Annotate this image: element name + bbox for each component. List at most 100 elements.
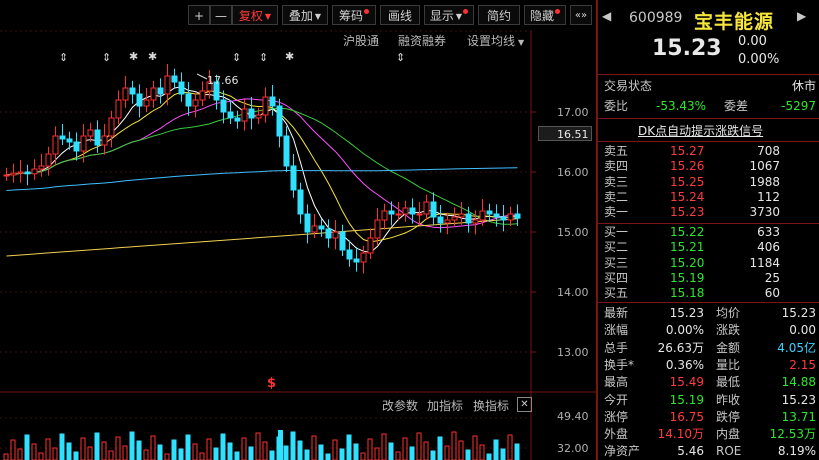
- dk-signal-link[interactable]: DK点自动提示涨跌信号: [638, 122, 763, 139]
- volume-bar: [66, 442, 72, 460]
- ask-row[interactable]: 卖一 15.23 3730: [604, 205, 816, 220]
- stat-value: 15.23: [669, 306, 704, 320]
- stat-value: 14.10万: [657, 427, 704, 442]
- y-tick-label: 17.00: [557, 106, 589, 119]
- ask-row[interactable]: 卖五 15.27 708: [604, 144, 816, 159]
- stat-label: 均价: [716, 306, 741, 320]
- zoom-out-button[interactable]: —: [210, 5, 232, 25]
- stat-row: 涨停 16.75 跌停 13.71: [604, 409, 816, 426]
- yincang-button[interactable]: 隐藏: [524, 5, 566, 25]
- huaxian-button[interactable]: 画线: [380, 5, 420, 25]
- volume-bar: [227, 442, 233, 460]
- volume-bar: [360, 452, 366, 460]
- stat-label: 量比: [716, 357, 741, 372]
- event-marker-icon[interactable]: ⇕: [396, 51, 405, 64]
- candle-body: [374, 219, 381, 239]
- ask-row[interactable]: 卖二 15.24 112: [604, 190, 816, 205]
- set-ma-link[interactable]: 设置均线 ▼: [467, 32, 524, 49]
- volume-bar: [87, 446, 93, 460]
- star-marker-icon[interactable]: ✱: [129, 50, 138, 63]
- forward-arrow-icon[interactable]: ▶: [797, 9, 806, 23]
- chouma-button[interactable]: 筹码: [332, 5, 376, 25]
- stat-label: 最高: [604, 375, 629, 390]
- candle-body: [150, 87, 157, 101]
- jianyue-button[interactable]: 简约: [478, 5, 520, 25]
- candle-body: [31, 168, 38, 175]
- bid-volume: 406: [757, 240, 780, 255]
- candle-body: [437, 216, 444, 224]
- candle-body: [220, 99, 227, 113]
- bid-row[interactable]: 买二 15.21 406: [604, 240, 816, 255]
- bid-price: 15.18: [670, 286, 705, 301]
- quote-panel: ◀ 600989 宝丰能源 ▶ 15.23 0.00 0.00% 交易状态 休市…: [596, 0, 819, 460]
- stat-label: 换手*: [604, 357, 635, 372]
- event-marker-icon[interactable]: ⇕: [232, 51, 241, 64]
- bid-row[interactable]: 买一 15.22 633: [604, 225, 816, 240]
- ask-volume: 112: [757, 189, 780, 204]
- ask-price: 15.27: [670, 144, 705, 158]
- fuquan-dropdown[interactable]: 复权 ▼: [232, 5, 278, 25]
- rongzi-link[interactable]: 融资融券: [398, 32, 446, 49]
- stat-value: 15.23: [781, 392, 816, 407]
- volume-bar: [332, 439, 338, 460]
- star-marker-icon[interactable]: ✱: [285, 50, 294, 63]
- event-marker-icon[interactable]: ⇕: [259, 51, 268, 64]
- ask-row[interactable]: 卖四 15.26 1067: [604, 159, 816, 174]
- event-marker-icon[interactable]: ⇕: [102, 51, 111, 64]
- bid-level-label: 买四: [604, 270, 629, 285]
- signal-icon[interactable]: $: [267, 376, 276, 391]
- volume-bar: [192, 443, 198, 460]
- star-marker-icon[interactable]: ✱: [148, 50, 157, 63]
- candle-body: [283, 135, 290, 167]
- hugutong-link[interactable]: 沪股通: [343, 32, 379, 49]
- volume-bar: [493, 439, 499, 460]
- ask-price: 15.25: [670, 174, 705, 189]
- volume-bar: [234, 451, 240, 460]
- volume-bar: [388, 442, 394, 460]
- close-icon[interactable]: ✕: [517, 397, 532, 412]
- diejia-dropdown[interactable]: 叠加 ▼: [282, 5, 328, 25]
- volume-bar: [500, 448, 506, 460]
- xianshi-dropdown[interactable]: 显示 ▼: [424, 5, 474, 25]
- jia-zhibiao-button[interactable]: 加指标: [427, 397, 463, 414]
- bid-price: 15.20: [670, 255, 705, 270]
- stat-row: 外盘 14.10万 内盘 12.53万: [604, 426, 816, 443]
- volume-bar: [31, 443, 37, 460]
- candle-body: [24, 171, 31, 175]
- volume-bar: [157, 444, 163, 460]
- stat-value: 26.63万: [657, 340, 704, 355]
- volume-bar: [80, 437, 86, 460]
- candle-body: [87, 129, 94, 137]
- candle-body: [171, 75, 178, 83]
- stat-label: ROE: [716, 444, 742, 459]
- back-arrow-icon[interactable]: ◀: [602, 9, 611, 23]
- candle-body: [59, 135, 66, 140]
- high-price-annotation: 17.66: [207, 74, 239, 87]
- ask-row[interactable]: 卖三 15.25 1988: [604, 175, 816, 190]
- candle-body: [402, 207, 409, 215]
- volume-bar: [423, 441, 429, 460]
- bid-row[interactable]: 买五 15.18 60: [604, 286, 816, 301]
- volume-bar: [318, 444, 324, 460]
- zoom-in-button[interactable]: +: [188, 5, 210, 25]
- trade-state-label: 交易状态: [604, 79, 653, 93]
- bid-price: 15.19: [670, 270, 705, 285]
- event-marker-icon[interactable]: ⇕: [59, 51, 68, 64]
- candle-body: [458, 213, 465, 218]
- huan-zhibiao-button[interactable]: 换指标: [473, 397, 509, 414]
- collapse-arrows-icon[interactable]: «»: [570, 5, 592, 25]
- bid-row[interactable]: 买三 15.20 1184: [604, 256, 816, 271]
- stat-value: 16.75: [669, 409, 704, 424]
- candle-body: [248, 108, 255, 119]
- candle-body: [17, 171, 24, 174]
- gai-canshu-button[interactable]: 改参数: [382, 397, 418, 414]
- candle-body: [164, 75, 171, 95]
- notification-dot-icon: [364, 9, 369, 14]
- stat-value: 0.00: [789, 323, 816, 338]
- volume-bar: [304, 449, 310, 460]
- bid-row[interactable]: 买四 15.19 25: [604, 271, 816, 286]
- kline-chart[interactable]: 沪股通 融资融券 设置均线 ▼ ⇕ ⇕ ✱ ✱ ⇕ ⇕ ✱ ⇕ 17.66 17.…: [0, 30, 596, 460]
- ask-volume: 708: [757, 144, 780, 158]
- ask-volume: 1988: [749, 174, 780, 189]
- candle-body: [143, 99, 150, 107]
